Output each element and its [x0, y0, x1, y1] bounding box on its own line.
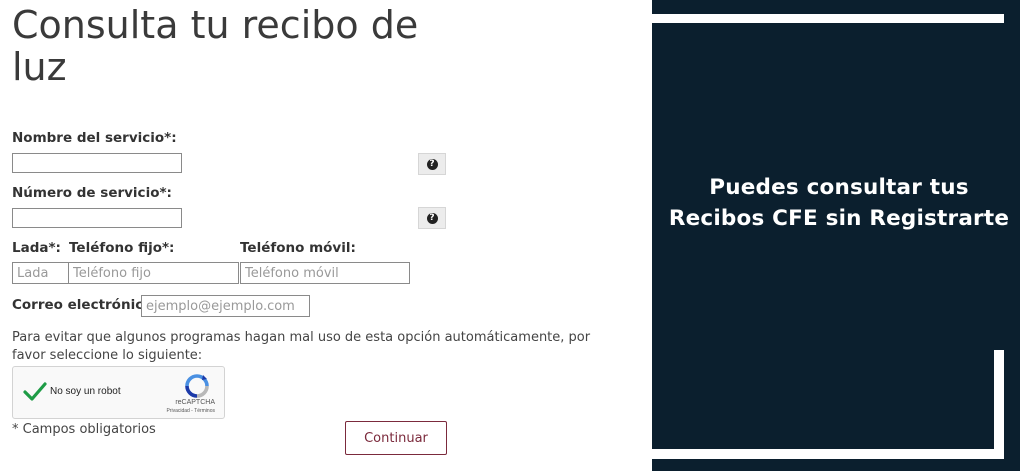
lada-label: Lada*: — [12, 240, 61, 256]
nombre-servicio-label: Nombre del servicio*: — [12, 130, 177, 146]
page-title: Consulta tu recibo de luz — [12, 3, 419, 89]
telefono-movil-label: Teléfono móvil: — [240, 240, 356, 256]
recaptcha-label: No soy un robot — [50, 386, 121, 397]
recaptcha-logo-icon — [185, 374, 209, 398]
banner-frame-bottom — [652, 449, 1004, 459]
promo-banner: Puedes consultar tus Recibos CFE sin Reg… — [652, 0, 1020, 471]
required-fields-note: * Campos obligatorios — [12, 422, 156, 437]
correo-input[interactable] — [141, 295, 310, 317]
form-area: Consulta tu recibo de luz Nombre del ser… — [0, 0, 650, 471]
recaptcha-brand: reCAPTCHA — [175, 399, 215, 406]
telefono-fijo-input[interactable] — [68, 262, 239, 284]
recaptcha-widget[interactable]: No soy un robot reCAPTCHA Privacidad - T… — [12, 366, 225, 419]
numero-servicio-label: Número de servicio*: — [12, 185, 172, 201]
question-icon: ? — [426, 212, 438, 224]
question-icon: ? — [426, 158, 438, 170]
banner-frame-right — [994, 350, 1004, 449]
checkmark-icon[interactable] — [23, 381, 47, 403]
telefono-fijo-label: Teléfono fijo*: — [69, 240, 175, 256]
nombre-servicio-input[interactable] — [12, 153, 182, 173]
numero-help-button[interactable]: ? — [418, 207, 446, 229]
lada-input[interactable] — [12, 262, 69, 284]
telefono-movil-input[interactable] — [240, 262, 410, 284]
numero-servicio-input[interactable] — [12, 208, 182, 228]
nombre-help-button[interactable]: ? — [418, 153, 446, 175]
recaptcha-terms-link[interactable]: Privacidad - Términos — [166, 408, 215, 414]
banner-frame-top — [652, 14, 1004, 23]
captcha-instructions: Para evitar que algunos programas hagan … — [12, 330, 591, 363]
continue-button[interactable]: Continuar — [345, 421, 447, 455]
banner-headline: Puedes consultar tus Recibos CFE sin Reg… — [668, 175, 1010, 231]
